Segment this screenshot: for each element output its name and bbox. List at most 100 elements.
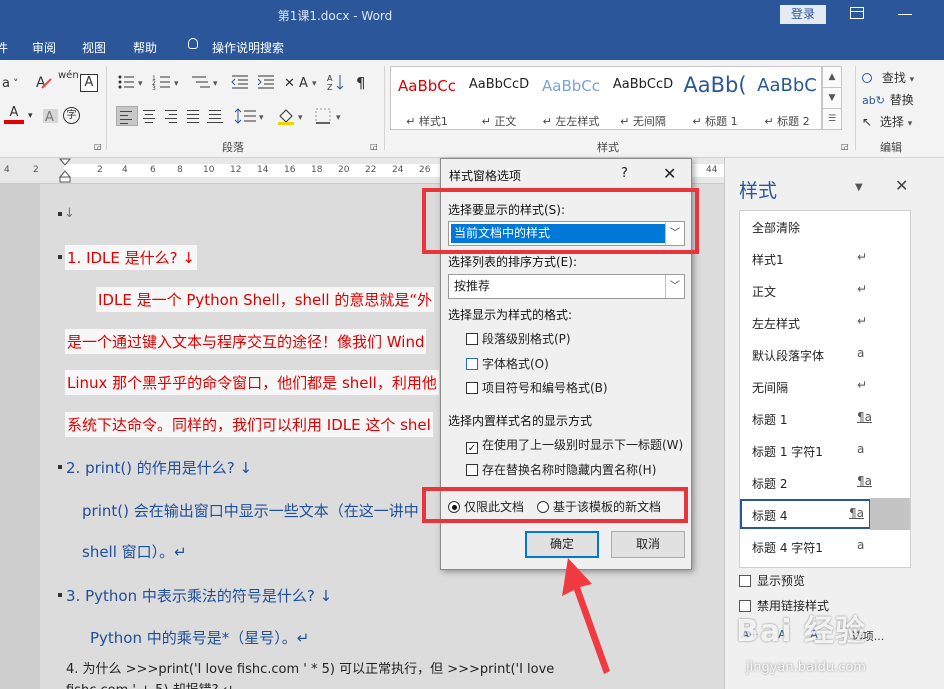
numbering-icon[interactable]: 1 2 3 ▾ (152, 72, 186, 92)
style-mark: ↵ (692, 115, 702, 128)
increase-indent-icon[interactable] (256, 72, 278, 92)
gallery-name-zuozuo[interactable]: ↵ 左左样式 (535, 113, 607, 129)
character-shading-icon[interactable]: A (42, 106, 60, 126)
clear-format-icon[interactable]: A (34, 72, 54, 92)
decrease-indent-icon[interactable] (230, 72, 252, 92)
gallery-name-style1[interactable]: ↵ 样式1 (391, 113, 463, 129)
gallery-name-no-spacing[interactable]: ↵ 无间隔 (607, 113, 679, 129)
shading-icon[interactable]: ▾ (276, 106, 312, 126)
close-icon[interactable]: ✕ (895, 176, 908, 195)
paragraph-format-checkbox[interactable]: 段落级别格式(P) (466, 330, 571, 346)
borders-icon[interactable]: ▾ (314, 106, 350, 126)
pane-options-dropdown-icon[interactable]: ▼ (855, 182, 863, 193)
style-mark: ↵ (542, 115, 552, 128)
tell-me-search[interactable]: 操作说明搜索 (212, 39, 284, 56)
ruler-tick: 14 (257, 165, 269, 175)
gallery-down-icon[interactable]: ▼ (823, 88, 841, 109)
ruler-tick: 10 (203, 165, 215, 175)
style-item[interactable]: 标题 2 ¶a (740, 467, 912, 497)
select-button[interactable]: ↖ 选择 ▾ (862, 112, 942, 132)
sort-order-select[interactable]: 按推荐 ﹀ (448, 274, 685, 299)
tab-view[interactable]: 视图 (82, 39, 106, 56)
style-item[interactable]: 默认段落字体 a (740, 339, 912, 369)
find-button[interactable]: 查找 ▾ (862, 68, 942, 88)
style-item[interactable]: 标题 1 ¶a (740, 403, 912, 433)
font-format-checkbox[interactable]: 字体格式(O) (466, 355, 549, 371)
chinese-layout-icon[interactable]: ✕ A ▾ (283, 72, 323, 92)
ruler-tick: 2 (33, 165, 39, 175)
tab-help[interactable]: 帮助 (133, 39, 157, 56)
group-label-edit: 编辑 (880, 141, 902, 154)
show-hide-marks-icon[interactable]: ¶ (352, 72, 374, 92)
doc-line: fishc.com ' + 5) 却报错? ↵ (66, 679, 234, 689)
gallery-name-normal[interactable]: ↵ 正文 (463, 113, 535, 129)
gallery-preview-zuozuo[interactable]: AaBbCc (535, 77, 607, 95)
show-preview-checkbox[interactable]: 显示预览 (739, 572, 805, 589)
gallery-preview-style1[interactable]: AaBbCc (391, 77, 463, 95)
font-color-dropdown-icon[interactable]: ▾ (28, 106, 38, 126)
bullet-format-checkbox[interactable]: 项目符号和编号格式(B) (466, 379, 608, 395)
style-item[interactable]: 样式1 ↵ (740, 243, 912, 273)
align-right-icon[interactable] (162, 106, 184, 126)
paragraph-dialog-launcher-icon[interactable]: ◲ (370, 142, 380, 152)
gallery-preview-heading1[interactable]: AaBb( (679, 73, 751, 97)
minimize-icon[interactable] (898, 14, 912, 15)
character-border-icon[interactable]: A (80, 74, 98, 92)
bullet-format-label: 项目符号和编号格式(B) (482, 381, 608, 395)
cancel-button[interactable]: 取消 (611, 531, 685, 558)
style-item[interactable]: 标题 1 字符1 a (740, 435, 912, 465)
style-item[interactable]: 标题 4 字符1 a (740, 531, 912, 561)
replace-button[interactable]: ab↻ 替换 (862, 90, 942, 110)
font-dialog-launcher-icon[interactable]: ◲ (94, 142, 104, 152)
style-item-name: 标题 1 字符1 (752, 445, 823, 459)
ruler-tick: 44 (706, 165, 718, 175)
style-item[interactable]: 正文 ↵ (740, 275, 912, 305)
login-button[interactable]: 登录 (780, 5, 826, 24)
font-color-icon[interactable]: A (4, 106, 24, 126)
style-item-dropdown[interactable] (870, 498, 910, 530)
align-center-icon[interactable] (140, 106, 162, 126)
replace-icon: ab↻ (862, 94, 885, 107)
indent-marker-icon[interactable] (59, 158, 73, 184)
line-spacing-icon[interactable]: ▾ (234, 106, 270, 126)
gallery-name-heading2[interactable]: ↵ 标题 2 (751, 113, 823, 129)
select-label: 选择 (879, 115, 904, 129)
tab-review[interactable]: 审阅 (32, 39, 56, 56)
ribbon-display-options-icon[interactable] (850, 7, 864, 19)
style-item-selected[interactable]: 标题 4 ¶a (740, 499, 871, 529)
ok-button[interactable]: 确定 (525, 531, 599, 558)
gallery-preview-normal[interactable]: AaBbCcD (463, 77, 535, 92)
justify-icon[interactable] (184, 106, 206, 126)
gallery-more-icon[interactable]: ☰ (823, 109, 841, 130)
style-item[interactable]: 全部清除 (740, 211, 912, 241)
gallery-name-heading1[interactable]: ↵ 标题 1 (679, 113, 751, 129)
phonetic-glyph: wén (58, 70, 79, 81)
svg-text:▾: ▾ (174, 79, 179, 89)
gallery-up-icon[interactable]: ▲ (823, 67, 841, 88)
enclose-characters-icon[interactable]: 字 (63, 107, 80, 124)
sort-icon[interactable]: AZ (326, 72, 348, 92)
distributed-icon[interactable] (206, 106, 228, 126)
character-style-icon: a (857, 442, 865, 456)
watermark-logo: Bai 经验 (736, 614, 866, 649)
ribbon: a˅ A wén A A ▾ A 字 ▾ 123▾ ▾ ✕A▾ AZ ¶ ▾ ▾… (0, 60, 944, 158)
doc-line: IDLE 是一个 Python Shell，shell 的意思就是“外 (96, 287, 435, 312)
style-item[interactable]: 无间隔 ↵ (740, 371, 912, 401)
phonetic-guide-icon[interactable]: wén (58, 70, 79, 90)
svg-text:▾: ▾ (213, 79, 218, 89)
styles-dialog-launcher-icon[interactable]: ◲ (841, 142, 851, 152)
hide-builtin-checkbox[interactable]: 存在替换名称时隐藏内置名称(H) (466, 461, 656, 477)
gallery-scroll[interactable]: ▲ ▼ ☰ (822, 66, 842, 130)
gallery-preview-heading2[interactable]: AaBbC (751, 75, 823, 96)
font-size-down-icon[interactable]: a ˅ (0, 72, 26, 92)
multilevel-list-icon[interactable]: ▾ (190, 72, 224, 92)
close-icon[interactable]: ✕ (663, 164, 676, 183)
show-next-heading-checkbox[interactable]: ✓ 在使用了上一级别时显示下一标题(W) (466, 436, 683, 454)
chevron-down-icon[interactable]: ﹀ (665, 275, 684, 298)
gallery-preview-no-spacing[interactable]: AaBbCcD (607, 77, 679, 92)
bullets-icon[interactable]: ▾ (116, 72, 150, 92)
help-icon[interactable]: ? (621, 166, 628, 181)
align-left-button[interactable] (116, 106, 138, 126)
style-item[interactable]: 左左样式 ↵ (740, 307, 912, 337)
menu-tab-partial[interactable]: 件 (0, 39, 8, 56)
